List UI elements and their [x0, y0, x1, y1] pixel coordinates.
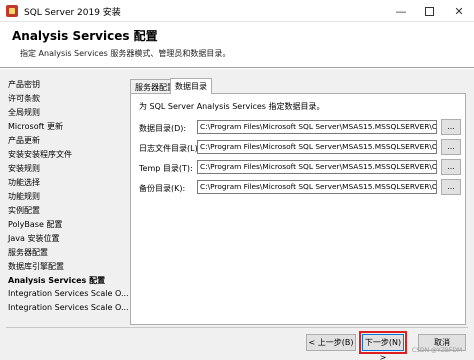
step-item[interactable]: 安装安装程序文件	[8, 149, 72, 160]
backup-dir-browse-button[interactable]: ...	[441, 179, 461, 195]
backup-dir-input[interactable]: C:\Program Files\Microsoft SQL Server\MS…	[197, 180, 437, 194]
step-item[interactable]: Integration Services Scale O...	[8, 303, 129, 312]
step-item[interactable]: 功能选择	[8, 177, 40, 188]
step-item[interactable]: 实例配置	[8, 205, 40, 216]
log-dir-browse-button[interactable]: ...	[441, 139, 461, 155]
step-item[interactable]: 数据库引擎配置	[8, 261, 64, 272]
footer-divider	[6, 327, 468, 328]
step-item[interactable]: 许可条款	[8, 93, 40, 104]
page-description: 指定 Analysis Services 服务器模式、管理员和数据目录。	[20, 49, 231, 58]
title-bar: SQL Server 2019 安装 — ✕	[0, 0, 474, 22]
log-dir-label: 日志文件目录(L):	[139, 144, 201, 153]
step-item[interactable]: Microsoft 更新	[8, 121, 63, 132]
page-header: Analysis Services 配置 指定 Analysis Service…	[0, 22, 474, 68]
step-item[interactable]: 产品密钥	[8, 79, 40, 90]
maximize-icon	[424, 6, 434, 16]
step-item[interactable]: 功能规则	[8, 191, 40, 202]
step-item[interactable]: 服务器配置	[8, 247, 48, 258]
minimize-button[interactable]: —	[386, 0, 416, 22]
step-item[interactable]: 全局规则	[8, 107, 40, 118]
step-item[interactable]: Integration Services Scale O...	[8, 289, 129, 298]
back-button[interactable]: < 上一步(B)	[306, 334, 356, 351]
watermark: CSDN @YZBFDM	[412, 347, 463, 354]
close-button[interactable]: ✕	[444, 0, 474, 22]
log-dir-input[interactable]: C:\Program Files\Microsoft SQL Server\MS…	[197, 140, 437, 154]
page-title: Analysis Services 配置	[12, 29, 158, 43]
backup-dir-label: 备份目录(K):	[139, 184, 186, 193]
data-dir-label: 数据目录(D):	[139, 124, 187, 133]
next-button[interactable]: 下一步(N) >	[362, 334, 404, 360]
data-directories-panel: 为 SQL Server Analysis Services 指定数据目录。 数…	[130, 93, 466, 325]
step-item[interactable]: Java 安装位置	[8, 233, 59, 244]
temp-dir-label: Temp 目录(T):	[139, 164, 193, 173]
step-list: 产品密钥 许可条款 全局规则 Microsoft 更新 产品更新 安装安装程序文…	[0, 69, 129, 323]
sql-server-app-icon	[6, 5, 18, 17]
tab-data-directories[interactable]: 数据目录	[170, 78, 212, 94]
step-item-current[interactable]: Analysis Services 配置	[8, 275, 105, 286]
maximize-button[interactable]	[414, 0, 444, 22]
window-title: SQL Server 2019 安装	[24, 8, 121, 18]
temp-dir-browse-button[interactable]: ...	[441, 159, 461, 175]
content-area: 服务器配置 数据目录 为 SQL Server Analysis Service…	[128, 74, 468, 326]
data-dir-input[interactable]: C:\Program Files\Microsoft SQL Server\MS…	[197, 120, 437, 134]
temp-dir-input[interactable]: C:\Program Files\Microsoft SQL Server\MS…	[197, 160, 437, 174]
panel-description: 为 SQL Server Analysis Services 指定数据目录。	[139, 102, 325, 111]
step-item[interactable]: 安装规则	[8, 163, 40, 174]
step-item[interactable]: 产品更新	[8, 135, 40, 146]
data-dir-browse-button[interactable]: ...	[441, 119, 461, 135]
step-item[interactable]: PolyBase 配置	[8, 219, 62, 230]
